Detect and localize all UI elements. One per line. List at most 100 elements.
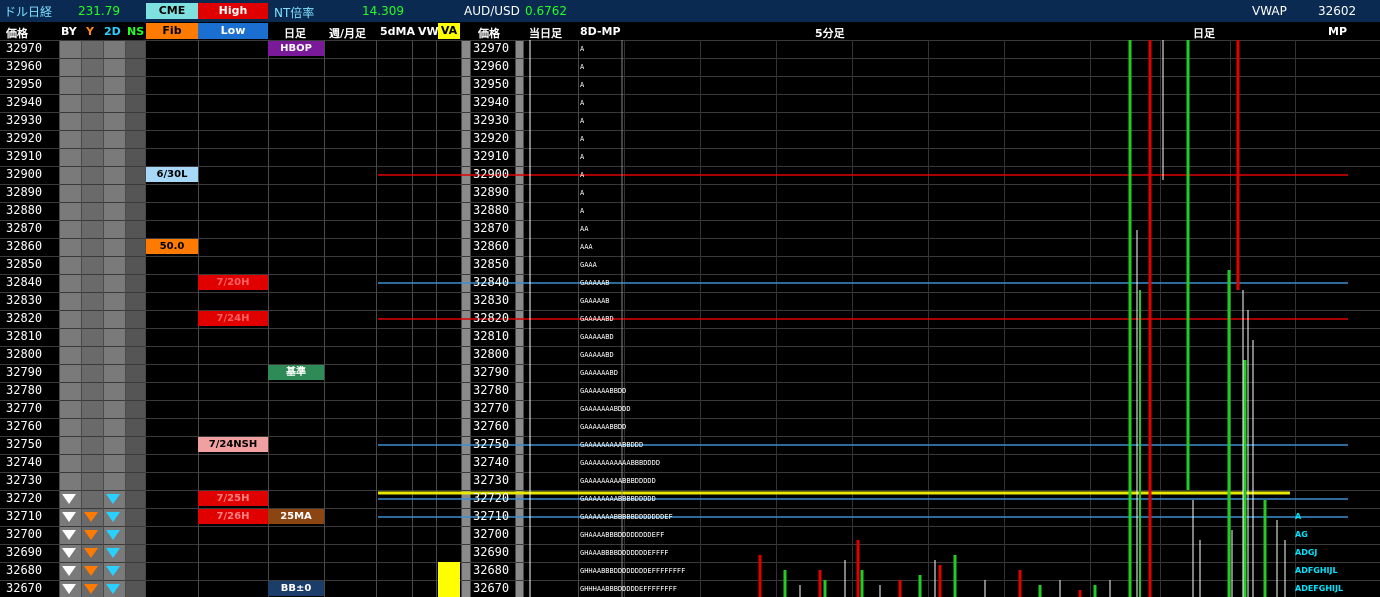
- price-cell: 32740: [6, 455, 43, 469]
- high-label: High: [198, 3, 268, 19]
- price-cell-right: 32930: [473, 113, 510, 127]
- tpo-row: GAAA: [580, 261, 597, 269]
- bb0-label: BB±0: [268, 581, 324, 596]
- dollar-nikkei-value: 231.79: [78, 4, 120, 18]
- mp-letters: A: [1295, 512, 1302, 521]
- price-cell-right: 32920: [473, 131, 510, 145]
- tpo-row: A: [580, 63, 585, 71]
- mp-letters: ADEFGHIJL: [1295, 584, 1344, 593]
- ns-column-header: NS: [127, 25, 145, 38]
- tpo-row: A: [580, 207, 585, 215]
- 5min-column-header: 5分足: [815, 27, 845, 40]
- price-cell: 32790: [6, 365, 43, 379]
- hbop-label: HBOP: [268, 41, 324, 56]
- tpo-row: A: [580, 189, 585, 197]
- price-cell-right: 32960: [473, 59, 510, 73]
- today-column-header: 当日足: [529, 27, 562, 40]
- tpo-row: AAA: [580, 243, 593, 251]
- price-cell-right: 32730: [473, 473, 510, 487]
- price-cell: 32950: [6, 77, 43, 91]
- price-cell: 32940: [6, 95, 43, 109]
- audusd-value: 0.6762: [525, 4, 567, 18]
- 7-26h-label: 7/26H: [198, 509, 268, 524]
- price-cell: 32710: [6, 509, 43, 523]
- 7-25h-label: 7/25H: [198, 491, 268, 506]
- 2d-down-triangle-icon: [106, 584, 120, 594]
- tpo-row: GHHAABBBDDDDDDDDEFFFFFFFF: [580, 567, 686, 575]
- 8d-mp-column-header: 8D-MP: [580, 25, 621, 38]
- price-cell: 32730: [6, 473, 43, 487]
- price-cell: 32880: [6, 203, 43, 217]
- 7-24nsh-label: 7/24NSH: [198, 437, 268, 452]
- price-ladder-grid: 32970 32960 32950 32940 32930 32920 32910 32900…: [0, 40, 1380, 597]
- tpo-row: AA: [580, 225, 589, 233]
- mp-letters: ADFGHIJL: [1295, 566, 1338, 575]
- by-down-triangle-icon: [62, 530, 76, 540]
- 6-30l-label: 6/30L: [146, 167, 198, 182]
- fib-50-label: 50.0: [146, 239, 198, 254]
- tpo-row: GAAAAAAABDDD: [580, 405, 631, 413]
- 25ma-label: 25MA: [268, 509, 324, 524]
- tpo-row: GAAAAABD: [580, 333, 614, 341]
- price-cell-right: 32690: [473, 545, 510, 559]
- by-down-triangle-icon: [62, 584, 76, 594]
- tpo-row: A: [580, 117, 585, 125]
- y-down-triangle-icon: [84, 584, 98, 594]
- vw-column-header: VW: [418, 25, 439, 38]
- price-cell-right: 32940: [473, 95, 510, 109]
- price-cell-right: 32850: [473, 257, 510, 271]
- price-cell: 32720: [6, 491, 43, 505]
- price-cell: 32750: [6, 437, 43, 451]
- tpo-row: A: [580, 45, 585, 53]
- tpo-row: A: [580, 171, 585, 179]
- price-cell-right: 32880: [473, 203, 510, 217]
- tpo-row: A: [580, 153, 585, 161]
- price-cell-right: 32950: [473, 77, 510, 91]
- by-column-header: BY: [61, 25, 77, 38]
- tpo-row: GAAAAABD: [580, 315, 614, 323]
- tpo-row: GHAAAABBBDDDDDDDDEFF: [580, 531, 665, 539]
- price-cell-right: 32720: [473, 491, 510, 505]
- tpo-row: GHHHAABBBDDDDDEFFFFFFFF: [580, 585, 677, 593]
- price-cell-right: 32970: [473, 41, 510, 55]
- price-cell-right: 32890: [473, 185, 510, 199]
- price-cell: 32800: [6, 347, 43, 361]
- low-column-header: Low: [198, 23, 268, 39]
- 2d-down-triangle-icon: [106, 494, 120, 504]
- price-cell: 32680: [6, 563, 43, 577]
- tpo-row: A: [580, 81, 585, 89]
- price-cell-right: 32870: [473, 221, 510, 235]
- price-column-header-right: 価格: [478, 27, 500, 40]
- price-cell: 32820: [6, 311, 43, 325]
- weekly-monthly-column-header: 週/月足: [329, 27, 367, 40]
- tpo-row: GAAAAAAAAABBBDDDDD: [580, 477, 656, 485]
- price-cell: 32670: [6, 581, 43, 595]
- price-cell: 32780: [6, 383, 43, 397]
- price-cell: 32850: [6, 257, 43, 271]
- fib-column-header: Fib: [146, 23, 198, 39]
- price-cell-right: 32700: [473, 527, 510, 541]
- price-cell-right: 32820: [473, 311, 510, 325]
- audusd-label: AUD/USD: [464, 4, 520, 18]
- vwap-label: VWAP: [1252, 4, 1287, 18]
- price-cell-right: 32800: [473, 347, 510, 361]
- price-cell: 32770: [6, 401, 43, 415]
- price-cell-right: 32750: [473, 437, 510, 451]
- price-cell-right: 32790: [473, 365, 510, 379]
- tpo-row: GAAAAAB: [580, 297, 610, 305]
- value-area-block: [438, 562, 460, 597]
- price-cell-right: 32910: [473, 149, 510, 163]
- nt-ratio-value: 14.309: [362, 4, 404, 18]
- kijun-label: 基準: [268, 365, 324, 380]
- price-cell-right: 32830: [473, 293, 510, 307]
- price-cell-right: 32770: [473, 401, 510, 415]
- nt-ratio-label: NT倍率: [274, 6, 315, 20]
- header-title: ドル日経: [4, 5, 53, 19]
- price-cell: 32910: [6, 149, 43, 163]
- price-cell: 32860: [6, 239, 43, 253]
- price-cell-right: 32710: [473, 509, 510, 523]
- tpo-row: GAAAAAAAAABBDDD: [580, 441, 644, 449]
- column-header-bar: 価格 BY Y 2D NS Fib Low 日足 週/月足 5dMA VW VA…: [0, 22, 1380, 40]
- mp-column-header: MP: [1328, 25, 1348, 38]
- price-cell: 32970: [6, 41, 43, 55]
